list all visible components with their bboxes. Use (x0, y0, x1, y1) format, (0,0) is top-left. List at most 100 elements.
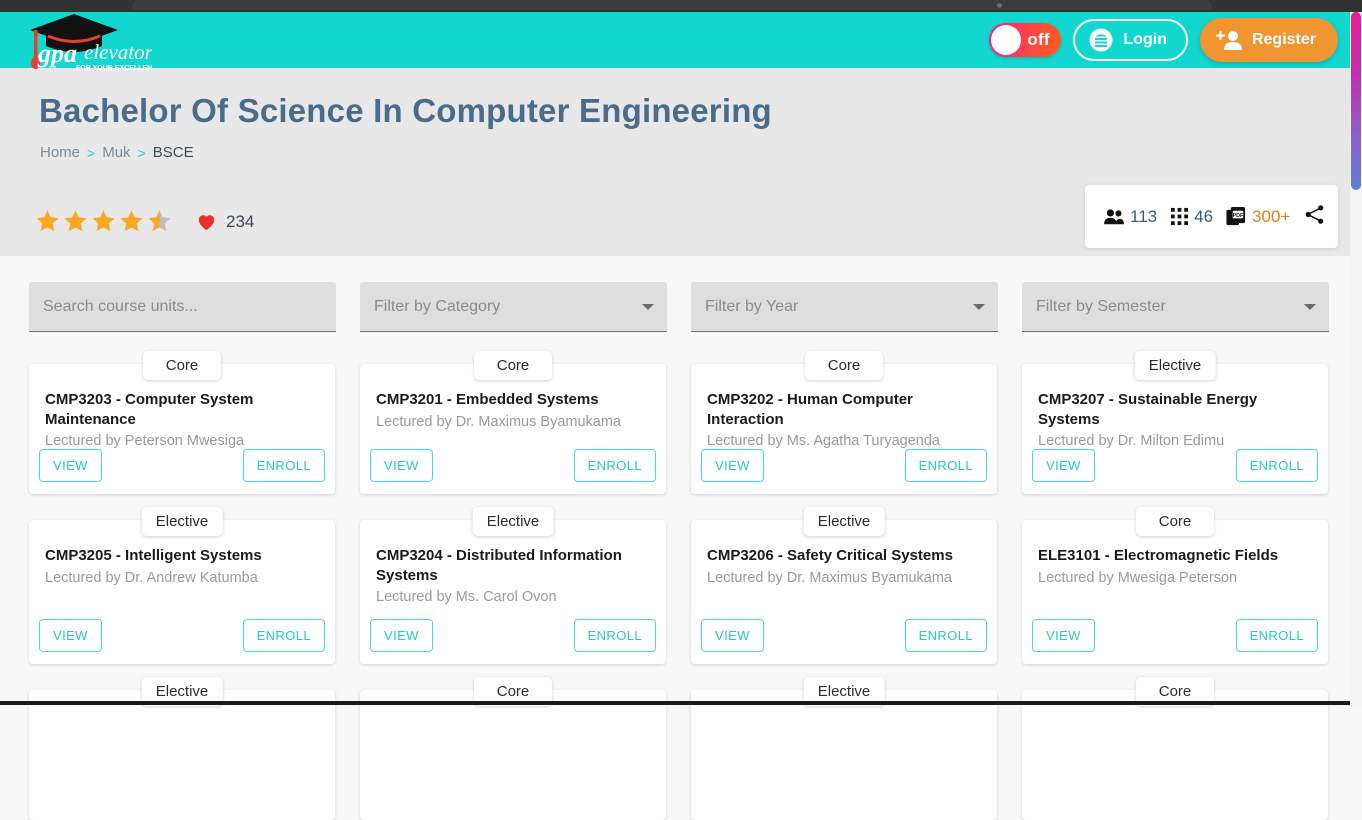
course-category-badge: Elective (142, 507, 223, 536)
register-button[interactable]: Register (1200, 18, 1338, 62)
course-title: CMP3201 - Embedded Systems (376, 390, 650, 410)
browser-chrome (0, 0, 1362, 12)
course-card[interactable]: Core ELE3101 - Electromagnetic Fields Le… (1022, 520, 1328, 664)
stats-card: 113 46 PDF 300+ (1085, 185, 1338, 248)
grid-icon (1170, 207, 1189, 226)
search-input-placeholder: Search course units... (43, 298, 198, 316)
login-icon (1088, 27, 1114, 53)
course-card[interactable]: Core CMP3201 - Embedded Systems Lectured… (360, 364, 666, 494)
course-title: CMP3204 - Distributed Information System… (376, 546, 650, 585)
view-button[interactable]: VIEW (370, 449, 433, 482)
course-card[interactable]: Elective (691, 690, 997, 820)
semester-filter-placeholder: Filter by Semester (1036, 298, 1166, 316)
category-filter-select[interactable]: Filter by Category (360, 282, 667, 332)
dark-mode-toggle[interactable]: off (989, 23, 1061, 57)
course-card-actions: VIEW ENROLL (1032, 619, 1318, 652)
stat-units-value: 46 (1194, 207, 1213, 227)
enroll-button[interactable]: ENROLL (905, 449, 987, 482)
enroll-button[interactable]: ENROLL (243, 619, 325, 652)
rating-row: 234 (34, 208, 254, 235)
view-button[interactable]: VIEW (701, 449, 764, 482)
course-lecturer: Lectured by Dr. Maximus Byamukama (707, 569, 981, 589)
course-grid: Core CMP3203 - Computer System Maintenan… (29, 352, 1329, 820)
share-icon (1303, 203, 1326, 226)
course-title: CMP3203 - Computer System Maintenance (45, 390, 319, 429)
likes-counter[interactable]: 234 (195, 210, 254, 233)
course-category-badge: Elective (1135, 351, 1216, 380)
breadcrumb-separator: > (138, 145, 146, 161)
semester-filter-select[interactable]: Filter by Semester (1022, 282, 1329, 332)
course-card[interactable]: Elective CMP3204 - Distributed Informati… (360, 520, 666, 664)
course-title: CMP3202 - Human Computer Interaction (707, 390, 981, 429)
view-button[interactable]: VIEW (1032, 449, 1095, 482)
browser-chrome-dot (997, 3, 1002, 8)
login-button-label: Login (1123, 31, 1167, 49)
stat-units: 46 (1170, 207, 1213, 227)
enroll-button[interactable]: ENROLL (1236, 619, 1318, 652)
breadcrumb-item-bsce: BSCE (153, 144, 194, 161)
login-button[interactable]: Login (1073, 19, 1188, 61)
breadcrumb-item-muk[interactable]: Muk (102, 144, 130, 161)
svg-text:elevator: elevator (84, 40, 152, 64)
star-filled-icon (34, 208, 61, 235)
stat-students: 113 (1103, 207, 1157, 227)
enroll-button[interactable]: ENROLL (243, 449, 325, 482)
add-user-icon (1215, 28, 1243, 52)
course-card-actions: VIEW ENROLL (701, 449, 987, 482)
stat-documents-value: 300+ (1252, 207, 1290, 227)
breadcrumb-separator: > (87, 145, 95, 161)
course-title: CMP3207 - Sustainable Energy Systems (1038, 390, 1312, 429)
star-half-icon (146, 208, 173, 235)
course-category-badge: Core (805, 351, 883, 380)
course-lecturer: Lectured by Dr. Maximus Byamukama (376, 413, 650, 433)
year-filter-placeholder: Filter by Year (705, 298, 798, 316)
course-card-actions: VIEW ENROLL (701, 619, 987, 652)
year-filter-select[interactable]: Filter by Year (691, 282, 998, 332)
breadcrumb-item-home[interactable]: Home (40, 144, 80, 161)
view-button[interactable]: VIEW (39, 449, 102, 482)
course-category-badge: Core (143, 351, 221, 380)
star-rating[interactable] (34, 208, 173, 235)
page-title: Bachelor Of Science In Computer Engineer… (39, 92, 772, 130)
svg-text:PDF: PDF (1233, 213, 1244, 219)
vertical-scrollbar[interactable] (1350, 12, 1362, 705)
top-navbar: gpa elevator FOR YOUR EXCELLENCE off Log… (0, 12, 1350, 68)
browser-tab-strip (132, 0, 1212, 10)
course-card[interactable]: Elective CMP3207 - Sustainable Energy Sy… (1022, 364, 1328, 494)
course-card-actions: VIEW ENROLL (370, 449, 656, 482)
stat-documents: PDF 300+ (1226, 206, 1290, 227)
enroll-button[interactable]: ENROLL (905, 619, 987, 652)
heart-icon (195, 210, 218, 233)
course-card[interactable]: Core CMP3202 - Human Computer Interactio… (691, 364, 997, 494)
course-card[interactable]: Core (1022, 690, 1328, 820)
breadcrumb: Home > Muk > BSCE (40, 144, 194, 161)
course-category-badge: Core (1136, 507, 1214, 536)
filter-bar: Search course units... Filter by Categor… (29, 282, 1329, 332)
view-button[interactable]: VIEW (701, 619, 764, 652)
course-category-badge: Core (474, 351, 552, 380)
course-category-badge: Elective (473, 507, 554, 536)
share-button[interactable] (1303, 203, 1326, 231)
course-lecturer: Lectured by Dr. Andrew Katumba (45, 569, 319, 589)
view-button[interactable]: VIEW (39, 619, 102, 652)
search-input[interactable]: Search course units... (29, 282, 336, 332)
brand-logo[interactable]: gpa elevator FOR YOUR EXCELLENCE (22, 12, 142, 68)
view-button[interactable]: VIEW (370, 619, 433, 652)
course-category-badge: Elective (804, 507, 885, 536)
vertical-scrollbar-thumb[interactable] (1351, 12, 1361, 190)
stat-students-value: 113 (1130, 207, 1157, 227)
course-card[interactable]: Core CMP3203 - Computer System Maintenan… (29, 364, 335, 494)
enroll-button[interactable]: ENROLL (574, 619, 656, 652)
pdf-icon: PDF (1226, 206, 1247, 227)
toggle-label: off (1027, 30, 1049, 50)
course-card[interactable]: Elective (29, 690, 335, 820)
enroll-button[interactable]: ENROLL (1236, 449, 1318, 482)
enroll-button[interactable]: ENROLL (574, 449, 656, 482)
svg-text:gpa: gpa (37, 39, 77, 68)
view-button[interactable]: VIEW (1032, 619, 1095, 652)
course-card[interactable]: Core (360, 690, 666, 820)
window-bottom-edge (0, 701, 1350, 705)
course-card[interactable]: Elective CMP3206 - Safety Critical Syste… (691, 520, 997, 664)
course-card[interactable]: Elective CMP3205 - Intelligent Systems L… (29, 520, 335, 664)
people-icon (1103, 208, 1125, 226)
